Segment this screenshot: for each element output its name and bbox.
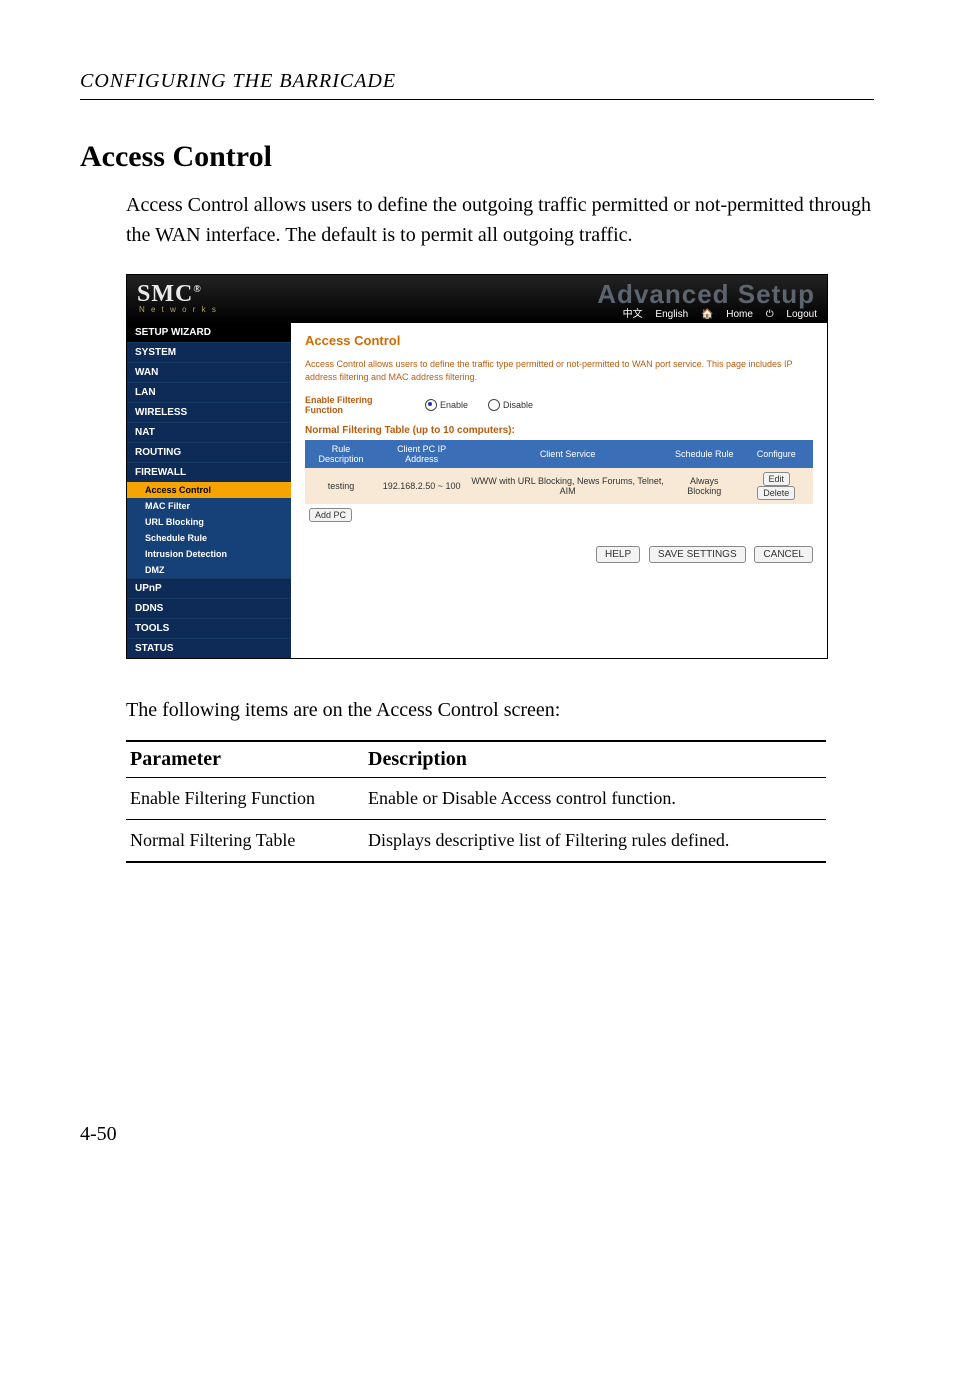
param-r1c1: Enable Filtering Function (126, 778, 364, 820)
radio-circle-icon (488, 399, 500, 411)
below-para: The following items are on the Access Co… (126, 699, 874, 722)
param-r2c2: Displays descriptive list of Filtering r… (364, 820, 826, 863)
td-rule: testing (305, 468, 377, 504)
th-configure: Configure (740, 440, 813, 468)
sidebar-system[interactable]: SYSTEM (127, 342, 291, 362)
enable-radio-label: Enable (440, 400, 468, 410)
brand-logo: SMC® (137, 281, 202, 308)
lang-row: 中文 English 🏠 Home ⏻ Logout (613, 305, 817, 320)
lang-en[interactable]: English (655, 309, 688, 320)
td-service: WWW with URL Blocking, News Forums, Teln… (466, 468, 669, 504)
sidebar-dmz[interactable]: DMZ (127, 562, 291, 578)
td-ip: 192.168.2.50 ~ 100 (377, 468, 466, 504)
sidebar-nat[interactable]: NAT (127, 422, 291, 442)
th-service: Client Service (466, 440, 669, 468)
sidebar-tools[interactable]: TOOLS (127, 618, 291, 638)
add-pc-button[interactable]: Add PC (309, 508, 352, 522)
page-number: 4-50 (80, 1123, 874, 1146)
sidebar-intrusion-detection[interactable]: Intrusion Detection (127, 546, 291, 562)
param-header: Parameter (126, 741, 364, 778)
td-schedule: Always Blocking (669, 468, 740, 504)
lang-zh[interactable]: 中文 (623, 309, 643, 320)
brand-text: SMC (137, 281, 193, 307)
param-r1c2: Enable or Disable Access control functio… (364, 778, 826, 820)
parameter-table: Parameter Description Enable Filtering F… (126, 740, 826, 863)
sidebar-wireless[interactable]: WIRELESS (127, 402, 291, 422)
desc-header: Description (364, 741, 826, 778)
home-label: Home (726, 309, 753, 320)
router-screenshot: SMC® N e t w o r k s Advanced Setup 中文 E… (126, 274, 828, 659)
intro-paragraph: Access Control allows users to define th… (126, 190, 874, 250)
section-title: Access Control (80, 140, 874, 174)
radio-circle-icon (425, 399, 437, 411)
delete-button[interactable]: Delete (757, 486, 795, 500)
sidebar-url-blocking[interactable]: URL Blocking (127, 514, 291, 530)
content-pane: Access Control Access Control allows use… (291, 323, 827, 658)
disable-radio[interactable]: Disable (488, 399, 533, 411)
sidebar-schedule-rule[interactable]: Schedule Rule (127, 530, 291, 546)
sidebar-status[interactable]: STATUS (127, 638, 291, 658)
help-button[interactable]: HELP (596, 546, 640, 563)
sidebar-wan[interactable]: WAN (127, 362, 291, 382)
content-title: Access Control (305, 333, 813, 348)
sidebar-routing[interactable]: ROUTING (127, 442, 291, 462)
save-button[interactable]: SAVE SETTINGS (649, 546, 746, 563)
sidebar-access-control[interactable]: Access Control (127, 482, 291, 498)
sidebar-setup-wizard[interactable]: SETUP WIZARD (127, 323, 291, 342)
filtering-table: Rule Description Client PC IP Address Cl… (305, 440, 813, 526)
home-link[interactable]: 🏠 Home (701, 309, 753, 320)
sidebar-mac-filter[interactable]: MAC Filter (127, 498, 291, 514)
brand-sup: ® (193, 284, 201, 295)
head-rule (80, 99, 874, 100)
filtering-table-title: Normal Filtering Table (up to 10 compute… (305, 425, 813, 436)
edit-button[interactable]: Edit (763, 472, 791, 486)
logout-link[interactable]: ⏻ Logout (766, 309, 817, 320)
sidebar-upnp[interactable]: UPnP (127, 578, 291, 598)
th-schedule: Schedule Rule (669, 440, 740, 468)
param-r2c1: Normal Filtering Table (126, 820, 364, 863)
content-desc: Access Control allows users to define th… (305, 358, 813, 383)
disable-radio-label: Disable (503, 400, 533, 410)
th-rule: Rule Description (305, 440, 377, 468)
sidebar-lan[interactable]: LAN (127, 382, 291, 402)
cancel-button[interactable]: CANCEL (754, 546, 813, 563)
sidebar: SETUP WIZARD SYSTEM WAN LAN WIRELESS NAT… (127, 323, 291, 658)
brand-sub: N e t w o r k s (139, 305, 218, 314)
logout-label: Logout (786, 309, 817, 320)
sidebar-ddns[interactable]: DDNS (127, 598, 291, 618)
running-head: CONFIGURING THE BARRICADE (80, 70, 874, 93)
td-configure: Edit Delete (740, 468, 813, 504)
enable-filtering-label: Enable Filtering Function (305, 395, 405, 415)
th-ip: Client PC IP Address (377, 440, 466, 468)
enable-radio[interactable]: Enable (425, 399, 468, 411)
sidebar-firewall[interactable]: FIREWALL (127, 462, 291, 482)
topbar: SMC® N e t w o r k s Advanced Setup 中文 E… (127, 275, 827, 323)
